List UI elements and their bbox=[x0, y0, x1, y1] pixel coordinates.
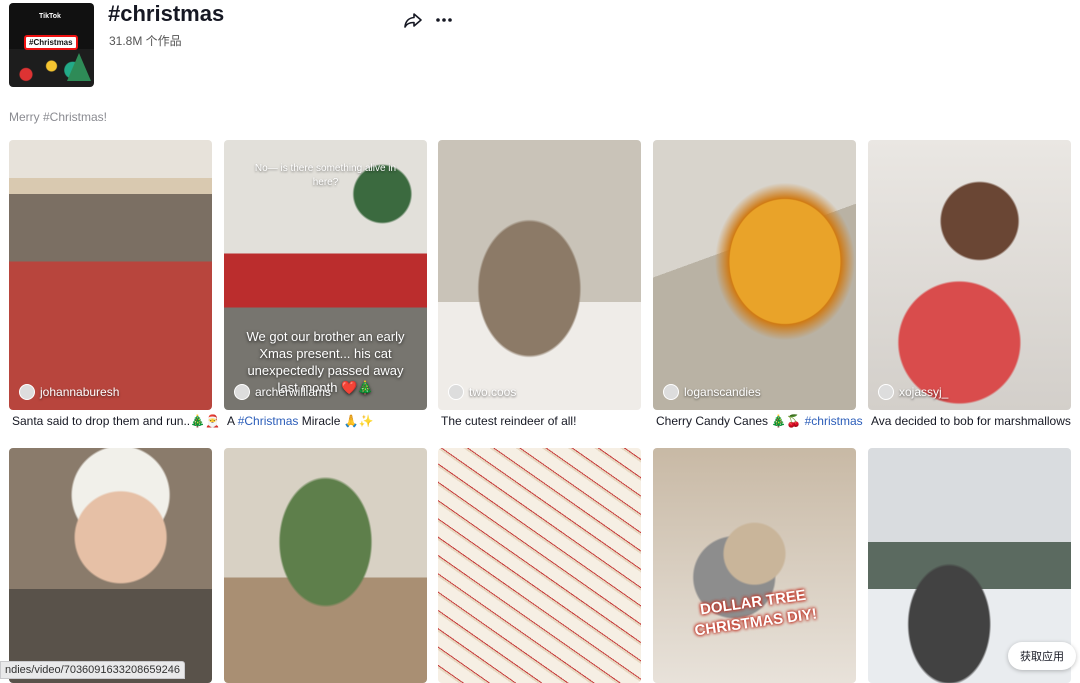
author-name: loganscandies bbox=[684, 385, 761, 399]
video-card[interactable] bbox=[224, 448, 427, 683]
video-caption[interactable]: The cutest reindeer of all! bbox=[441, 414, 651, 428]
author-name: archerwilliams bbox=[255, 385, 332, 399]
video-caption[interactable]: Ava decided to bob for marshmallows bbox=[871, 414, 1080, 428]
hashtag-description: Merry #Christmas! bbox=[9, 110, 108, 124]
video-card[interactable]: No— is there something alive in here? We… bbox=[224, 140, 427, 410]
video-card[interactable]: xojassyj_ bbox=[868, 140, 1071, 410]
caption-text: Cherry Candy Canes 🎄🍒 bbox=[656, 414, 805, 428]
avatar bbox=[448, 384, 464, 400]
author-name: johannaburesh bbox=[40, 385, 120, 399]
cover-tag: #Christmas bbox=[24, 35, 78, 50]
avatar bbox=[19, 384, 35, 400]
video-card[interactable]: two.coos bbox=[438, 140, 641, 410]
avatar bbox=[234, 384, 250, 400]
caption-text: A bbox=[227, 414, 238, 428]
caption-hashtag-link[interactable]: #christmas bbox=[805, 414, 863, 428]
video-author[interactable]: archerwilliams bbox=[234, 384, 331, 400]
caption-hashtag-link[interactable]: #Christmas bbox=[238, 414, 299, 428]
video-card[interactable]: loganscandies bbox=[653, 140, 856, 410]
author-name: xojassyj_ bbox=[899, 385, 949, 399]
tree-icon bbox=[67, 53, 91, 81]
video-card[interactable]: johannaburesh bbox=[9, 140, 212, 410]
hashtag-cover-image: TikTok #Christmas bbox=[9, 3, 94, 87]
page-title: #christmas bbox=[108, 1, 225, 26]
video-caption[interactable]: A #Christmas Miracle 🙏✨ bbox=[227, 414, 437, 428]
status-bar-url: ndies/video/7036091633208659246 bbox=[0, 661, 185, 679]
video-count: 31.8M 个作品 bbox=[109, 34, 182, 48]
get-app-button[interactable]: 获取应用 bbox=[1008, 642, 1076, 670]
video-overlay-text: DOLLAR TREE CHRISTMAS DIY! bbox=[693, 586, 819, 640]
video-author[interactable]: xojassyj_ bbox=[878, 384, 948, 400]
avatar bbox=[663, 384, 679, 400]
video-author[interactable]: loganscandies bbox=[663, 384, 761, 400]
author-name: two.coos bbox=[469, 385, 517, 399]
video-card[interactable] bbox=[9, 448, 212, 683]
video-card[interactable] bbox=[438, 448, 641, 683]
video-author[interactable]: johannaburesh bbox=[19, 384, 119, 400]
caption-text: Miracle 🙏✨ bbox=[298, 414, 374, 428]
video-author[interactable]: two.coos bbox=[448, 384, 516, 400]
video-card[interactable]: DOLLAR TREE CHRISTMAS DIY! bbox=[653, 448, 856, 683]
cover-brand: TikTok bbox=[39, 13, 61, 20]
share-icon[interactable] bbox=[403, 10, 423, 30]
more-icon[interactable] bbox=[434, 10, 454, 30]
avatar bbox=[878, 384, 894, 400]
video-caption[interactable]: Santa said to drop them and run..🎄🎅 bbox=[12, 414, 222, 428]
video-caption[interactable]: Cherry Candy Canes 🎄🍒 #christmas bbox=[656, 414, 866, 428]
video-overlay-text: No— is there something alive in here? bbox=[254, 163, 397, 188]
